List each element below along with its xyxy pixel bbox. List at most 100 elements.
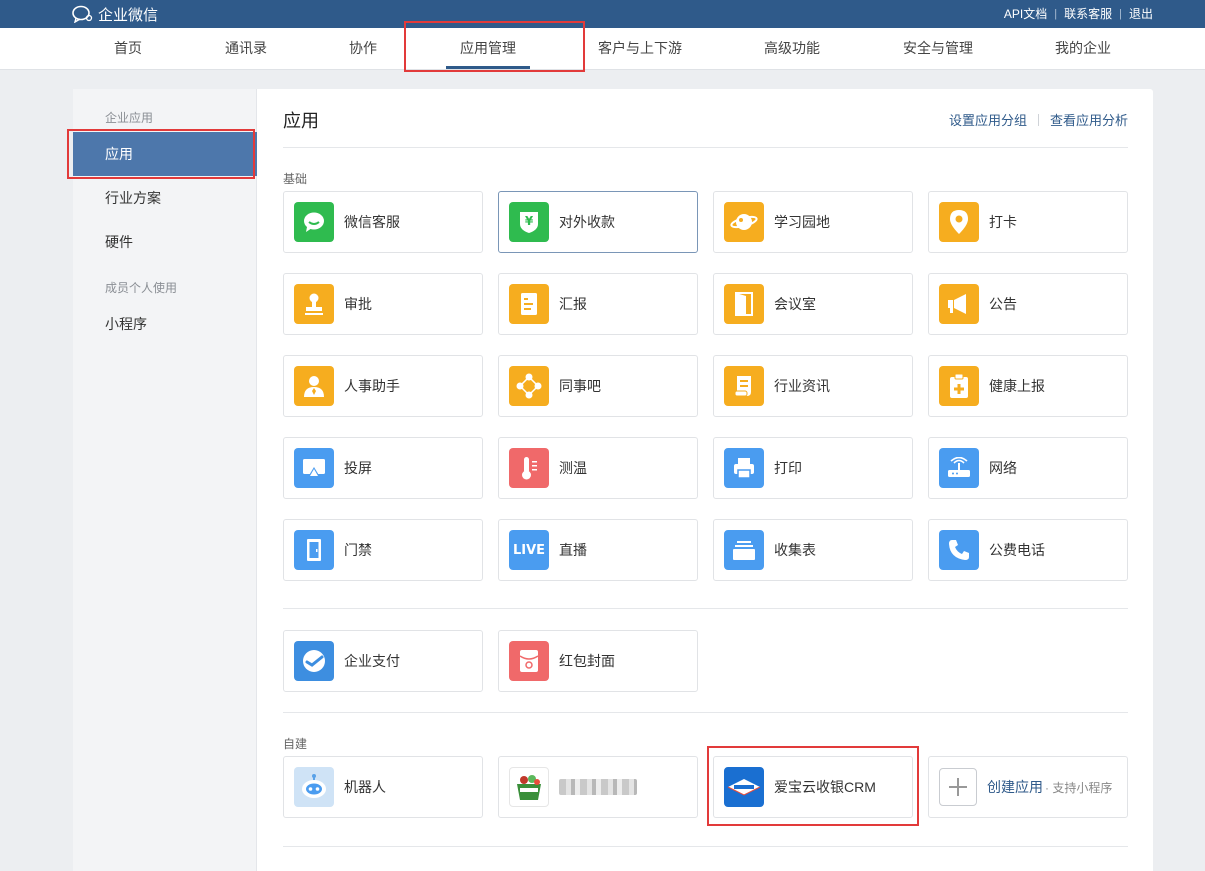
app-card-red-packet-cover[interactable]: 红包封面: [498, 630, 698, 692]
app-label: 打印: [774, 460, 802, 476]
screen-cast-icon: [294, 448, 334, 488]
app-card-custom-app-blurred[interactable]: [498, 756, 698, 818]
logout-link[interactable]: 退出: [1129, 5, 1153, 22]
highlight-box-sidebar: [67, 129, 255, 179]
app-card-temperature[interactable]: 测温: [498, 437, 698, 499]
app-card-check-in[interactable]: 打卡: [928, 191, 1128, 253]
app-card-screen-cast[interactable]: 投屏: [283, 437, 483, 499]
nav-advanced[interactable]: 高级功能: [722, 28, 862, 69]
form-tray-icon: [724, 530, 764, 570]
divider: [283, 147, 1128, 148]
app-card-report[interactable]: 汇报: [498, 273, 698, 335]
app-label: 测温: [559, 460, 587, 476]
app-card-print[interactable]: 打印: [713, 437, 913, 499]
app-label: 汇报: [559, 296, 587, 312]
highlight-box-nav: [404, 21, 585, 72]
stamp-icon: [294, 284, 334, 324]
sidebar-item-mini-programs[interactable]: 小程序: [73, 302, 257, 346]
divider: |: [1119, 7, 1122, 20]
sidebar-item-hardware[interactable]: 硬件: [73, 220, 257, 264]
main-nav: 首页 通讯录 协作 应用管理 客户与上下游 高级功能 安全与管理 我的企业: [0, 28, 1205, 70]
app-label: 对外收款: [559, 214, 615, 230]
sidebar-item-industry-solutions[interactable]: 行业方案: [73, 176, 257, 220]
app-card-public-phone[interactable]: 公费电话: [928, 519, 1128, 581]
create-app-label: 创建应用: [987, 779, 1043, 795]
app-label: 门禁: [344, 542, 372, 558]
app-label: 机器人: [344, 779, 386, 795]
nav-customers[interactable]: 客户与上下游: [570, 28, 710, 69]
group-label-basic: 基础: [283, 172, 308, 186]
app-card-learning-garden[interactable]: 学习园地: [713, 191, 913, 253]
app-card-access-control[interactable]: 门禁: [283, 519, 483, 581]
planet-icon: [724, 202, 764, 242]
create-app-card[interactable]: 创建应用 · 支持小程序: [928, 756, 1128, 818]
person-icon: [294, 366, 334, 406]
divider: [283, 712, 1128, 713]
highlight-box-crm: [707, 746, 919, 826]
location-pin-icon: [939, 202, 979, 242]
robot-icon: [294, 767, 334, 807]
app-label: 网络: [989, 460, 1017, 476]
divider: [283, 846, 1128, 847]
divider: [283, 608, 1128, 609]
plus-icon: [939, 768, 977, 806]
sidebar-category-enterprise-apps: 企业应用: [105, 111, 154, 125]
app-label: 会议室: [774, 296, 816, 312]
blurred-app-name: [559, 779, 637, 795]
app-label: 公费电话: [989, 542, 1045, 558]
top-bar: 企业微信 API文档 | 联系客服 | 退出: [0, 0, 1205, 28]
red-packet-icon: [509, 641, 549, 681]
page-title: 应用: [283, 111, 319, 131]
door-icon: [724, 284, 764, 324]
app-label: 投屏: [344, 460, 372, 476]
main-panel: 企业应用 应用 行业方案 硬件 成员个人使用 小程序 应用 设置应用分组 查看应…: [73, 89, 1153, 871]
app-card-robot[interactable]: 机器人: [283, 756, 483, 818]
router-icon: [939, 448, 979, 488]
phone-icon: [939, 530, 979, 570]
access-door-icon: [294, 530, 334, 570]
sidebar-category-personal-use: 成员个人使用: [105, 281, 178, 295]
app-label: 微信客服: [344, 214, 400, 230]
app-label: 公告: [989, 296, 1017, 312]
app-card-collection-form[interactable]: 收集表: [713, 519, 913, 581]
wecom-logo-icon: [72, 5, 94, 23]
app-card-external-payment[interactable]: ¥ 对外收款: [498, 191, 698, 253]
create-app-sub: · 支持小程序: [1045, 780, 1113, 795]
custom-app-logo-icon: [509, 767, 549, 807]
health-clipboard-icon: [939, 366, 979, 406]
api-docs-link[interactable]: API文档: [1004, 5, 1047, 22]
app-card-approval[interactable]: 审批: [283, 273, 483, 335]
app-card-wechat-customer-service[interactable]: 微信客服: [283, 191, 483, 253]
yen-shield-icon: ¥: [509, 202, 549, 242]
app-card-meeting-room[interactable]: 会议室: [713, 273, 913, 335]
app-card-network[interactable]: 网络: [928, 437, 1128, 499]
app-card-industry-news[interactable]: 行业资讯: [713, 355, 913, 417]
app-card-announcement[interactable]: 公告: [928, 273, 1128, 335]
logo[interactable]: 企业微信: [72, 4, 158, 24]
app-card-health-report[interactable]: 健康上报: [928, 355, 1128, 417]
contact-support-link[interactable]: 联系客服: [1064, 5, 1112, 22]
thermometer-icon: [509, 448, 549, 488]
app-card-live[interactable]: LIVE 直播: [498, 519, 698, 581]
scroll-icon: [724, 366, 764, 406]
app-label: 人事助手: [344, 378, 400, 394]
divider: |: [1054, 7, 1058, 20]
app-label: 企业支付: [344, 653, 400, 669]
nav-my-enterprise[interactable]: 我的企业: [1013, 28, 1153, 69]
app-card-enterprise-payment[interactable]: 企业支付: [283, 630, 483, 692]
nav-security[interactable]: 安全与管理: [868, 28, 1008, 69]
network-nodes-icon: [509, 366, 549, 406]
app-label: 学习园地: [774, 214, 830, 230]
megaphone-icon: [939, 284, 979, 324]
view-app-analytics-link[interactable]: 查看应用分析: [1050, 110, 1128, 129]
set-app-groups-link[interactable]: 设置应用分组: [949, 110, 1027, 129]
app-card-colleague-bar[interactable]: 同事吧: [498, 355, 698, 417]
app-label: 审批: [344, 296, 372, 312]
group-label-custom: 自建: [283, 737, 308, 751]
svg-text:¥: ¥: [525, 214, 534, 228]
app-label: 收集表: [774, 542, 816, 558]
top-links: API文档 | 联系客服 | 退出: [1004, 5, 1153, 22]
app-label: 行业资讯: [774, 378, 830, 394]
live-icon-text: LIVE: [512, 542, 546, 558]
app-card-hr-assistant[interactable]: 人事助手: [283, 355, 483, 417]
